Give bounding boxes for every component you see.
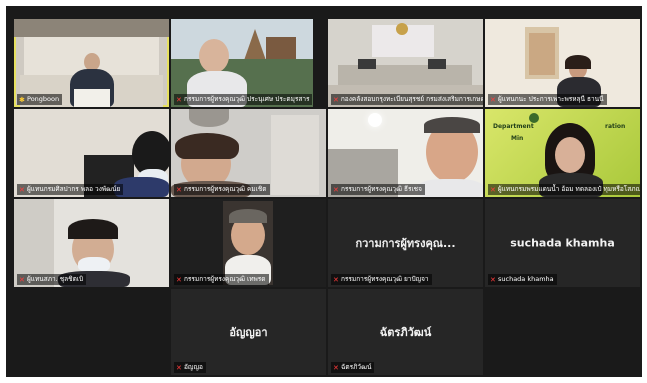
video-tile-7[interactable]: ✕ กรรมการผู้ทรงคุณวุฒิ ธีรเชจ (328, 109, 483, 197)
mic-off-icon: ✕ (176, 95, 182, 104)
participant-name-label: ✕ ผู้แทนกรมศิลปากร พลอ วงพัฒน์ย (17, 184, 124, 195)
slide-text-department: Department (493, 123, 534, 130)
mic-off-icon: ✕ (19, 185, 25, 194)
video-tile-pongboon[interactable]: ✱ Pongboon (14, 19, 169, 107)
slide-text-min: Min (511, 135, 524, 142)
mic-off-icon: ✕ (333, 363, 339, 372)
pin-icon: ✱ (19, 95, 25, 104)
video-tile-10[interactable]: ✕ กรรมการผู้ทรงคุณวุฒิ เทพรด (171, 199, 326, 287)
participant-name-label: ✕ กรรมการผู้ทรงคุณวุฒิ ยาปัญจา (331, 274, 432, 285)
video-tile-13[interactable]: อัญญอา ✕ อัญญอ (171, 289, 326, 375)
participant-display-name: อัญญอา (229, 326, 268, 339)
mic-off-icon: ✕ (19, 275, 25, 284)
participant-display-name: กวามการผู้ทรงคุณ... (355, 237, 456, 250)
participant-name-label: ✕ กรรมการผู้ทรงคุณวุฒิ คมเชิต (174, 184, 270, 195)
participant-name-label: ✕ ผู้แทนกรมพรมแดนน้ำ อ้อม ทดลองเป๋ ทุมหรื… (488, 184, 640, 195)
participant-name-label: ✕ ผู้แทนกนะ ประการเพาะพรหลุนี ธานนี (488, 94, 607, 105)
participant-name-label: ✕ ฉัตรภิวัฒน์ (331, 362, 375, 373)
video-tile-5[interactable]: ✕ ผู้แทนกรมศิลปากร พลอ วงพัฒน์ย (14, 109, 169, 197)
participant-name-label: ✕ กรรมการผู้ทรงคุณวุฒิ ธีรเชจ (331, 184, 425, 195)
participant-display-name: ฉัตรภิวัฒน์ (379, 326, 432, 339)
mic-off-icon: ✕ (490, 275, 496, 284)
mic-off-icon: ✕ (490, 185, 496, 194)
video-tile-9[interactable]: ✕ ผู้แทนสภา. ชุลชิตเบิ (14, 199, 169, 287)
video-tile-3[interactable]: ✕ กองคลังสอบกรุงทะเบียนสุรชย์ กรมส่งเสริม… (328, 19, 483, 107)
video-tile-14[interactable]: ฉัตรภิวัฒน์ ✕ ฉัตรภิวัฒน์ (328, 289, 483, 375)
video-tile-12[interactable]: suchada khamha ✕ suchada khamha (485, 199, 640, 287)
participant-name-label: ✕ กองคลังสอบกรุงทะเบียนสุรชย์ กรมส่งเสริม… (331, 94, 483, 105)
mic-off-icon: ✕ (333, 185, 339, 194)
mic-off-icon: ✕ (176, 363, 182, 372)
participant-name-label: ✱ Pongboon (17, 94, 63, 105)
video-tile-8[interactable]: Department ration Min ✕ ผู้แทนกรมพรมแดนน้… (485, 109, 640, 197)
mic-off-icon: ✕ (333, 95, 339, 104)
participant-name-label: ✕ ผู้แทนสภา. ชุลชิตเบิ (17, 274, 87, 285)
participant-name-label: ✕ กรรมการผู้ทรงคุณวุฒิ ประนุเศษ ประตมุรสา… (174, 94, 313, 105)
mic-off-icon: ✕ (176, 275, 182, 284)
video-tile-6[interactable]: ✕ กรรมการผู้ทรงคุณวุฒิ คมเชิต (171, 109, 326, 197)
video-tile-4[interactable]: ✕ ผู้แทนกนะ ประการเพาะพรหลุนี ธานนี (485, 19, 640, 107)
participant-name-label: ✕ อัญญอ (174, 362, 206, 373)
video-tile-2[interactable]: ✕ กรรมการผู้ทรงคุณวุฒิ ประนุเศษ ประตมุรสา… (171, 19, 313, 107)
mic-off-icon: ✕ (176, 185, 182, 194)
slide-text-ration: ration (605, 123, 626, 130)
video-tile-11[interactable]: กวามการผู้ทรงคุณ... ✕ กรรมการผู้ทรงคุณวุฒ… (328, 199, 483, 287)
participant-name-label: ✕ suchada khamha (488, 274, 557, 285)
participant-display-name: suchada khamha (510, 236, 615, 250)
mic-off-icon: ✕ (333, 275, 339, 284)
mic-off-icon: ✕ (490, 95, 496, 104)
participant-name-label: ✕ กรรมการผู้ทรงคุณวุฒิ เทพรด (174, 274, 269, 285)
video-grid: ✱ Pongboon ✕ กรรมการผู้ทรงคุณวุฒิ ประนุเศษ… (6, 6, 642, 377)
